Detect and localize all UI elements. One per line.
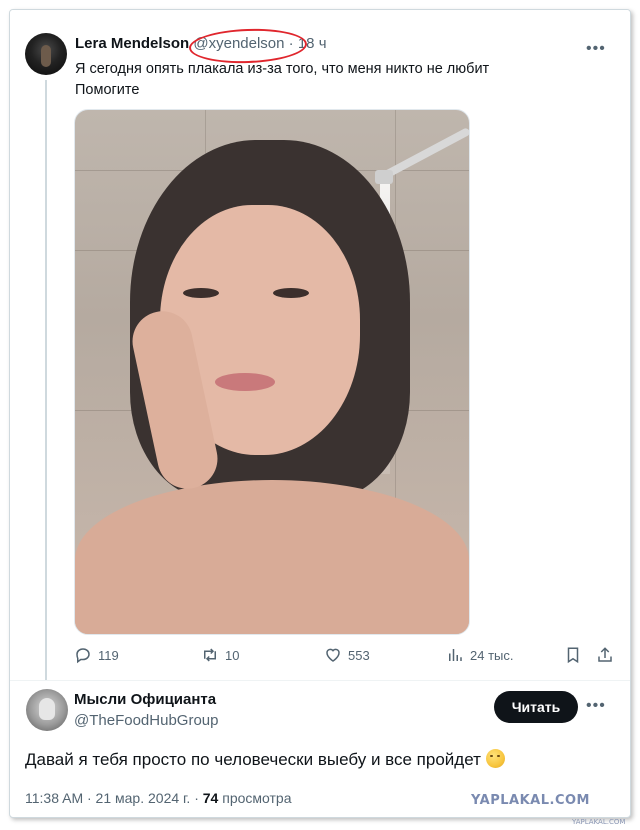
- eye: [273, 288, 309, 298]
- tweet-text: Я сегодня опять плакала из-за того, что …: [75, 59, 489, 101]
- reply-button[interactable]: 119: [74, 646, 119, 664]
- tweet-text-line: Помогите: [75, 82, 140, 98]
- more-dots-icon[interactable]: •••: [586, 697, 606, 715]
- reply-views-label: просмотра: [218, 790, 292, 806]
- screenshot-frame: Lera Mendelson @xyendelson · 18 ч ••• Я …: [9, 9, 631, 818]
- heart-icon: [326, 648, 340, 662]
- reply-avatar[interactable]: [26, 689, 68, 731]
- watermark: YAPLAKAL.COM: [471, 793, 590, 808]
- watermark-small: YAPLAKAL.COM: [572, 818, 626, 826]
- like-button[interactable]: 553: [324, 646, 370, 664]
- eye: [183, 288, 219, 298]
- tweet-photo[interactable]: [74, 109, 470, 635]
- like-count: 553: [348, 647, 370, 663]
- thread-line: [45, 80, 47, 680]
- hugging-face-emoji-icon: [485, 749, 505, 768]
- reply-meta: 11:38 AM · 21 мар. 2024 г. · 74 просмотр…: [25, 790, 291, 806]
- follow-button[interactable]: Читать: [494, 691, 578, 723]
- lips: [215, 373, 275, 391]
- repost-count: 10: [225, 647, 240, 663]
- more-dots-icon[interactable]: •••: [586, 40, 606, 58]
- shower-head: [375, 170, 393, 184]
- reply-count: 119: [98, 647, 119, 663]
- reply-author-name[interactable]: Мысли Официанта: [74, 691, 216, 708]
- views-button[interactable]: 24 тыс.: [446, 646, 513, 664]
- reply-view-count: 74: [202, 790, 219, 806]
- reply-icon: [76, 648, 90, 664]
- shoulders: [75, 480, 469, 634]
- original-tweet[interactable]: Lera Mendelson @xyendelson · 18 ч ••• Я …: [10, 10, 630, 680]
- avatar[interactable]: [25, 33, 67, 75]
- tweet-text-line: Я сегодня опять плакала из-за того, что …: [75, 61, 490, 77]
- reply-timestamp[interactable]: 11:38 AM · 21 мар. 2024 г. ·: [25, 790, 203, 806]
- share-icon: [598, 647, 612, 662]
- repost-button[interactable]: 10: [201, 646, 239, 664]
- views-count: 24 тыс.: [470, 647, 514, 663]
- repost-icon: [204, 648, 216, 662]
- reply-text: Давай я тебя просто по человечески выебу…: [25, 749, 505, 770]
- share-button[interactable]: [596, 646, 614, 664]
- bookmark-icon: [567, 647, 579, 664]
- analytics-icon: [449, 649, 462, 661]
- divider: [10, 680, 630, 681]
- reply-text-content: Давай я тебя просто по человечески выебу…: [25, 750, 481, 769]
- bookmark-button[interactable]: [564, 646, 582, 664]
- tweet-actions: 119 10 553 24 тыс.: [74, 646, 614, 668]
- author-name[interactable]: Lera Mendelson: [75, 35, 189, 52]
- reply-author-handle[interactable]: @TheFoodHubGroup: [74, 712, 218, 729]
